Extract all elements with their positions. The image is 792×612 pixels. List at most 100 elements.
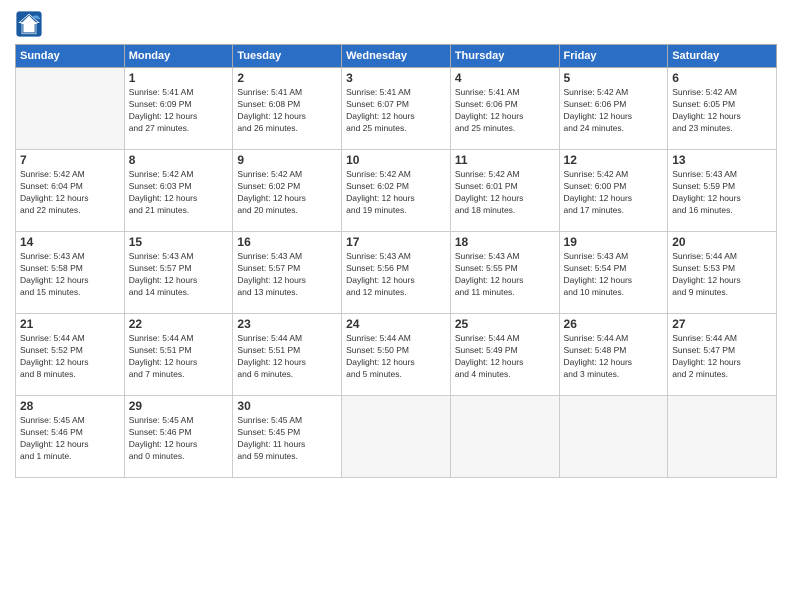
day-number: 11 [455, 153, 555, 167]
day-number: 2 [237, 71, 337, 85]
day-info: Sunrise: 5:45 AM Sunset: 5:46 PM Dayligh… [20, 415, 120, 463]
day-number: 27 [672, 317, 772, 331]
calendar-header-monday: Monday [124, 45, 233, 68]
calendar-cell [342, 396, 451, 478]
day-info: Sunrise: 5:44 AM Sunset: 5:48 PM Dayligh… [564, 333, 664, 381]
calendar-cell: 11 Sunrise: 5:42 AM Sunset: 6:01 PM Dayli… [450, 150, 559, 232]
day-number: 4 [455, 71, 555, 85]
day-info: Sunrise: 5:44 AM Sunset: 5:49 PM Dayligh… [455, 333, 555, 381]
day-number: 25 [455, 317, 555, 331]
calendar-cell: 6 Sunrise: 5:42 AM Sunset: 6:05 PM Daylig… [668, 68, 777, 150]
calendar: SundayMondayTuesdayWednesdayThursdayFrid… [15, 44, 777, 478]
day-info: Sunrise: 5:42 AM Sunset: 6:02 PM Dayligh… [237, 169, 337, 217]
day-number: 7 [20, 153, 120, 167]
header [15, 10, 777, 38]
day-number: 13 [672, 153, 772, 167]
logo [15, 10, 45, 38]
day-number: 3 [346, 71, 446, 85]
day-info: Sunrise: 5:41 AM Sunset: 6:09 PM Dayligh… [129, 87, 229, 135]
calendar-cell: 10 Sunrise: 5:42 AM Sunset: 6:02 PM Dayli… [342, 150, 451, 232]
day-number: 5 [564, 71, 664, 85]
calendar-cell: 22 Sunrise: 5:44 AM Sunset: 5:51 PM Dayli… [124, 314, 233, 396]
day-info: Sunrise: 5:42 AM Sunset: 6:05 PM Dayligh… [672, 87, 772, 135]
day-info: Sunrise: 5:43 AM Sunset: 5:54 PM Dayligh… [564, 251, 664, 299]
calendar-cell: 20Sunrise: 5:44 AM Sunset: 5:53 PM Dayli… [668, 232, 777, 314]
day-number: 23 [237, 317, 337, 331]
day-number: 18 [455, 235, 555, 249]
day-info: Sunrise: 5:42 AM Sunset: 6:03 PM Dayligh… [129, 169, 229, 217]
day-info: Sunrise: 5:43 AM Sunset: 5:55 PM Dayligh… [455, 251, 555, 299]
calendar-cell: 3 Sunrise: 5:41 AM Sunset: 6:07 PM Daylig… [342, 68, 451, 150]
calendar-cell: 18 Sunrise: 5:43 AM Sunset: 5:55 PM Dayli… [450, 232, 559, 314]
day-info: Sunrise: 5:42 AM Sunset: 6:00 PM Dayligh… [564, 169, 664, 217]
day-number: 30 [237, 399, 337, 413]
calendar-cell: 17Sunrise: 5:43 AM Sunset: 5:56 PM Dayli… [342, 232, 451, 314]
calendar-cell: 7 Sunrise: 5:42 AM Sunset: 6:04 PM Daylig… [16, 150, 125, 232]
day-info: Sunrise: 5:44 AM Sunset: 5:47 PM Dayligh… [672, 333, 772, 381]
day-info: Sunrise: 5:44 AM Sunset: 5:53 PM Dayligh… [672, 251, 772, 299]
calendar-cell [559, 396, 668, 478]
calendar-header-sunday: Sunday [16, 45, 125, 68]
calendar-cell: 27 Sunrise: 5:44 AM Sunset: 5:47 PM Dayli… [668, 314, 777, 396]
calendar-week-row-2: 7 Sunrise: 5:42 AM Sunset: 6:04 PM Daylig… [16, 150, 777, 232]
calendar-cell: 8 Sunrise: 5:42 AM Sunset: 6:03 PM Daylig… [124, 150, 233, 232]
day-info: Sunrise: 5:43 AM Sunset: 5:59 PM Dayligh… [672, 169, 772, 217]
calendar-cell: 24Sunrise: 5:44 AM Sunset: 5:50 PM Dayli… [342, 314, 451, 396]
calendar-cell [450, 396, 559, 478]
calendar-cell: 15 Sunrise: 5:43 AM Sunset: 5:57 PM Dayli… [124, 232, 233, 314]
calendar-cell: 13 Sunrise: 5:43 AM Sunset: 5:59 PM Dayli… [668, 150, 777, 232]
day-info: Sunrise: 5:43 AM Sunset: 5:56 PM Dayligh… [346, 251, 446, 299]
day-number: 22 [129, 317, 229, 331]
calendar-header-tuesday: Tuesday [233, 45, 342, 68]
page: SundayMondayTuesdayWednesdayThursdayFrid… [0, 0, 792, 612]
day-info: Sunrise: 5:45 AM Sunset: 5:45 PM Dayligh… [237, 415, 337, 463]
day-info: Sunrise: 5:45 AM Sunset: 5:46 PM Dayligh… [129, 415, 229, 463]
calendar-cell [668, 396, 777, 478]
calendar-cell: 21 Sunrise: 5:44 AM Sunset: 5:52 PM Dayli… [16, 314, 125, 396]
calendar-cell: 9Sunrise: 5:42 AM Sunset: 6:02 PM Daylig… [233, 150, 342, 232]
calendar-cell: 14 Sunrise: 5:43 AM Sunset: 5:58 PM Dayli… [16, 232, 125, 314]
day-number: 26 [564, 317, 664, 331]
calendar-header-friday: Friday [559, 45, 668, 68]
calendar-week-row-1: 1Sunrise: 5:41 AM Sunset: 6:09 PM Daylig… [16, 68, 777, 150]
calendar-header-wednesday: Wednesday [342, 45, 451, 68]
day-number: 21 [20, 317, 120, 331]
calendar-cell: 26 Sunrise: 5:44 AM Sunset: 5:48 PM Dayli… [559, 314, 668, 396]
logo-icon [15, 10, 43, 38]
calendar-cell: 4 Sunrise: 5:41 AM Sunset: 6:06 PM Daylig… [450, 68, 559, 150]
calendar-cell: 19 Sunrise: 5:43 AM Sunset: 5:54 PM Dayli… [559, 232, 668, 314]
day-info: Sunrise: 5:44 AM Sunset: 5:51 PM Dayligh… [129, 333, 229, 381]
day-number: 19 [564, 235, 664, 249]
calendar-cell: 29Sunrise: 5:45 AM Sunset: 5:46 PM Dayli… [124, 396, 233, 478]
day-number: 14 [20, 235, 120, 249]
day-info: Sunrise: 5:42 AM Sunset: 6:06 PM Dayligh… [564, 87, 664, 135]
day-info: Sunrise: 5:42 AM Sunset: 6:01 PM Dayligh… [455, 169, 555, 217]
calendar-cell: 23Sunrise: 5:44 AM Sunset: 5:51 PM Dayli… [233, 314, 342, 396]
calendar-week-row-3: 14 Sunrise: 5:43 AM Sunset: 5:58 PM Dayli… [16, 232, 777, 314]
day-info: Sunrise: 5:42 AM Sunset: 6:04 PM Dayligh… [20, 169, 120, 217]
calendar-header-row: SundayMondayTuesdayWednesdayThursdayFrid… [16, 45, 777, 68]
day-info: Sunrise: 5:44 AM Sunset: 5:52 PM Dayligh… [20, 333, 120, 381]
day-info: Sunrise: 5:41 AM Sunset: 6:06 PM Dayligh… [455, 87, 555, 135]
day-number: 12 [564, 153, 664, 167]
calendar-cell: 28 Sunrise: 5:45 AM Sunset: 5:46 PM Dayli… [16, 396, 125, 478]
day-info: Sunrise: 5:43 AM Sunset: 5:57 PM Dayligh… [237, 251, 337, 299]
calendar-cell: 2 Sunrise: 5:41 AM Sunset: 6:08 PM Daylig… [233, 68, 342, 150]
calendar-header-thursday: Thursday [450, 45, 559, 68]
calendar-cell: 1Sunrise: 5:41 AM Sunset: 6:09 PM Daylig… [124, 68, 233, 150]
day-number: 8 [129, 153, 229, 167]
calendar-cell: 16Sunrise: 5:43 AM Sunset: 5:57 PM Dayli… [233, 232, 342, 314]
day-info: Sunrise: 5:41 AM Sunset: 6:07 PM Dayligh… [346, 87, 446, 135]
calendar-header-saturday: Saturday [668, 45, 777, 68]
day-number: 15 [129, 235, 229, 249]
calendar-cell: 5 Sunrise: 5:42 AM Sunset: 6:06 PM Daylig… [559, 68, 668, 150]
day-info: Sunrise: 5:43 AM Sunset: 5:57 PM Dayligh… [129, 251, 229, 299]
day-info: Sunrise: 5:43 AM Sunset: 5:58 PM Dayligh… [20, 251, 120, 299]
day-info: Sunrise: 5:42 AM Sunset: 6:02 PM Dayligh… [346, 169, 446, 217]
day-number: 28 [20, 399, 120, 413]
day-info: Sunrise: 5:41 AM Sunset: 6:08 PM Dayligh… [237, 87, 337, 135]
day-number: 6 [672, 71, 772, 85]
calendar-cell: 25 Sunrise: 5:44 AM Sunset: 5:49 PM Dayli… [450, 314, 559, 396]
day-number: 10 [346, 153, 446, 167]
calendar-week-row-4: 21 Sunrise: 5:44 AM Sunset: 5:52 PM Dayli… [16, 314, 777, 396]
